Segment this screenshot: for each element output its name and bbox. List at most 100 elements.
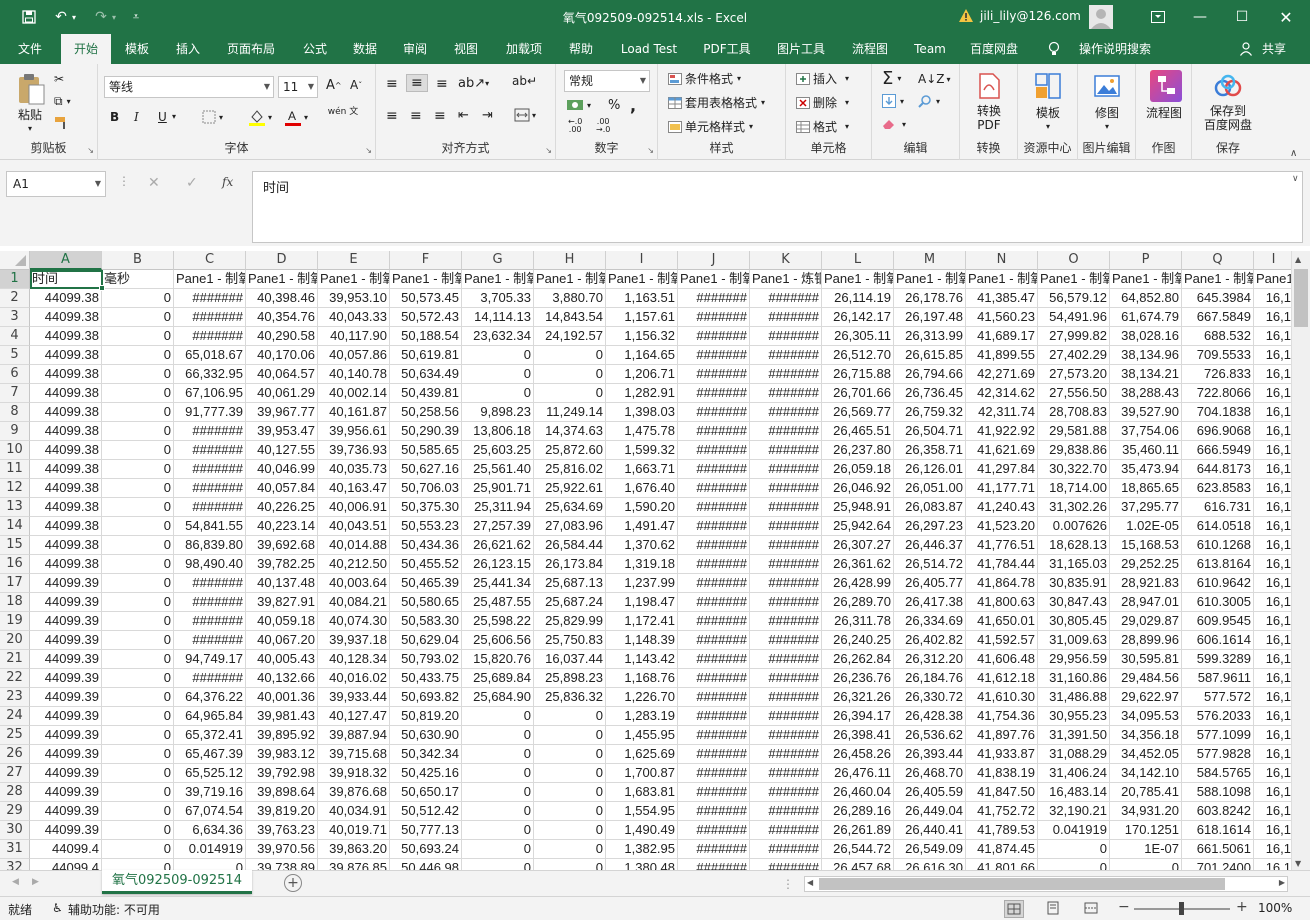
grid-cell[interactable]: #######: [174, 612, 246, 631]
row-header[interactable]: 18: [0, 593, 30, 612]
grid-cell[interactable]: 44099.38: [30, 517, 102, 536]
grid-cell[interactable]: 16,1: [1254, 460, 1294, 479]
grid-cell[interactable]: #######: [678, 669, 750, 688]
grid-cell[interactable]: #######: [750, 460, 822, 479]
grid-cell[interactable]: 29,622.97: [1110, 688, 1182, 707]
grid-cell[interactable]: 50,433.75: [390, 669, 462, 688]
grid-cell[interactable]: 50,512.42: [390, 802, 462, 821]
grid-cell[interactable]: 26,405.77: [894, 574, 966, 593]
decrease-font-icon[interactable]: Aˇ: [350, 78, 362, 92]
column-header-k[interactable]: K: [750, 251, 822, 270]
grid-cell[interactable]: Pane1 - 制氧: [318, 270, 390, 289]
grid-cell[interactable]: 25,441.34: [462, 574, 534, 593]
formula-input[interactable]: 时间: [252, 171, 1303, 243]
grid-cell[interactable]: 0.007626: [1038, 517, 1110, 536]
grid-cell[interactable]: Pane1 - 制氧: [678, 270, 750, 289]
grid-cell[interactable]: #######: [678, 650, 750, 669]
grid-cell[interactable]: 26,405.59: [894, 783, 966, 802]
row-header[interactable]: 9: [0, 422, 30, 441]
grid-cell[interactable]: #######: [678, 517, 750, 536]
grid-cell[interactable]: 40,354.76: [246, 308, 318, 327]
tab-team[interactable]: Team: [906, 34, 954, 64]
grid-cell[interactable]: 0: [102, 745, 174, 764]
grid-cell[interactable]: 3,880.70: [534, 289, 606, 308]
grid-cell[interactable]: 41,838.19: [966, 764, 1038, 783]
grid-cell[interactable]: #######: [678, 498, 750, 517]
grid-cell[interactable]: 0: [534, 802, 606, 821]
grid-cell[interactable]: 16,1: [1254, 289, 1294, 308]
grid-cell[interactable]: 44099.38: [30, 555, 102, 574]
row-header[interactable]: 2: [0, 289, 30, 308]
grid-cell[interactable]: 44099.39: [30, 669, 102, 688]
grid-cell[interactable]: 37,754.06: [1110, 422, 1182, 441]
row-header[interactable]: 10: [0, 441, 30, 460]
zoom-level[interactable]: 100%: [1258, 901, 1292, 915]
tab-data[interactable]: 数据: [342, 34, 388, 64]
column-header-b[interactable]: B: [102, 251, 174, 270]
grid-cell[interactable]: 26,297.23: [894, 517, 966, 536]
grid-cell[interactable]: 40,002.14: [318, 384, 390, 403]
column-header-g[interactable]: G: [462, 251, 534, 270]
grid-cell[interactable]: 16,1: [1254, 536, 1294, 555]
row-header[interactable]: 8: [0, 403, 30, 422]
row-header[interactable]: 16: [0, 555, 30, 574]
autosum-button[interactable]: Σ ▾: [882, 68, 901, 89]
grid-cell[interactable]: 0: [102, 441, 174, 460]
select-all-corner[interactable]: [0, 251, 30, 270]
grid-cell[interactable]: Pane1 - 制氧: [246, 270, 318, 289]
grid-cell[interactable]: 50,706.03: [390, 479, 462, 498]
conditional-format-button[interactable]: 条件格式 ▾: [668, 70, 741, 87]
grid-cell[interactable]: 40,064.57: [246, 365, 318, 384]
grid-cell[interactable]: 26,616.30: [894, 859, 966, 870]
grid-cell[interactable]: 64,376.22: [174, 688, 246, 707]
grid-cell[interactable]: 20,785.41: [1110, 783, 1182, 802]
grid-cell[interactable]: 29,581.88: [1038, 422, 1110, 441]
zoom-slider-thumb[interactable]: [1179, 902, 1184, 915]
grid-cell[interactable]: 39,527.90: [1110, 403, 1182, 422]
horizontal-scroll-thumb[interactable]: [819, 878, 1225, 890]
grid-cell[interactable]: 25,634.69: [534, 498, 606, 517]
sort-filter-icon[interactable]: A↓Z ▾: [918, 72, 951, 86]
grid-cell[interactable]: 18,865.65: [1110, 479, 1182, 498]
grid-cell[interactable]: 0: [102, 802, 174, 821]
copy-icon[interactable]: ⧉ ▾: [54, 94, 71, 109]
grid-cell[interactable]: 25,603.25: [462, 441, 534, 460]
grid-cell[interactable]: 44099.39: [30, 783, 102, 802]
row-header[interactable]: 28: [0, 783, 30, 802]
grid-cell[interactable]: 50,619.81: [390, 346, 462, 365]
grid-cell[interactable]: 54,491.96: [1038, 308, 1110, 327]
grid-cell[interactable]: 39,715.68: [318, 745, 390, 764]
grid-cell[interactable]: 50,455.52: [390, 555, 462, 574]
grid-cell[interactable]: 26,428.38: [894, 707, 966, 726]
grid-cell[interactable]: 44099.39: [30, 574, 102, 593]
grid-cell[interactable]: Pane1 - 炼钢: [750, 270, 822, 289]
grid-cell[interactable]: 26,312.20: [894, 650, 966, 669]
grid-cell[interactable]: 14,374.63: [534, 422, 606, 441]
grid-cell[interactable]: #######: [678, 802, 750, 821]
row-header[interactable]: 30: [0, 821, 30, 840]
grid-cell[interactable]: 0: [102, 859, 174, 870]
grid-cell[interactable]: 44099.38: [30, 441, 102, 460]
grid-cell[interactable]: 26,289.16: [822, 802, 894, 821]
grid-cell[interactable]: 50,573.45: [390, 289, 462, 308]
grid-cell[interactable]: 584.5765: [1182, 764, 1254, 783]
grid-cell[interactable]: 41,560.23: [966, 308, 1038, 327]
grid-cell[interactable]: 38,134.96: [1110, 346, 1182, 365]
merge-center-icon[interactable]: ▾: [514, 108, 536, 122]
grid-cell[interactable]: #######: [678, 840, 750, 859]
grid-cell[interactable]: #######: [678, 289, 750, 308]
grid-cell[interactable]: 44099.39: [30, 593, 102, 612]
grid-cell[interactable]: 44099.39: [30, 764, 102, 783]
grid-cell[interactable]: 704.1838: [1182, 403, 1254, 422]
grid-cell[interactable]: 41,933.87: [966, 745, 1038, 764]
grid-cell[interactable]: 16,1: [1254, 859, 1294, 870]
grid-cell[interactable]: 50,434.36: [390, 536, 462, 555]
grid-cell[interactable]: #######: [750, 441, 822, 460]
grid-cell[interactable]: 30,847.43: [1038, 593, 1110, 612]
grid-cell[interactable]: 44099.39: [30, 650, 102, 669]
redo-dropdown-icon[interactable]: ▾: [106, 0, 122, 34]
grid-cell[interactable]: #######: [174, 422, 246, 441]
grid-cell[interactable]: 0: [102, 612, 174, 631]
grid-cell[interactable]: 606.1614: [1182, 631, 1254, 650]
grid-cell[interactable]: 40,223.14: [246, 517, 318, 536]
